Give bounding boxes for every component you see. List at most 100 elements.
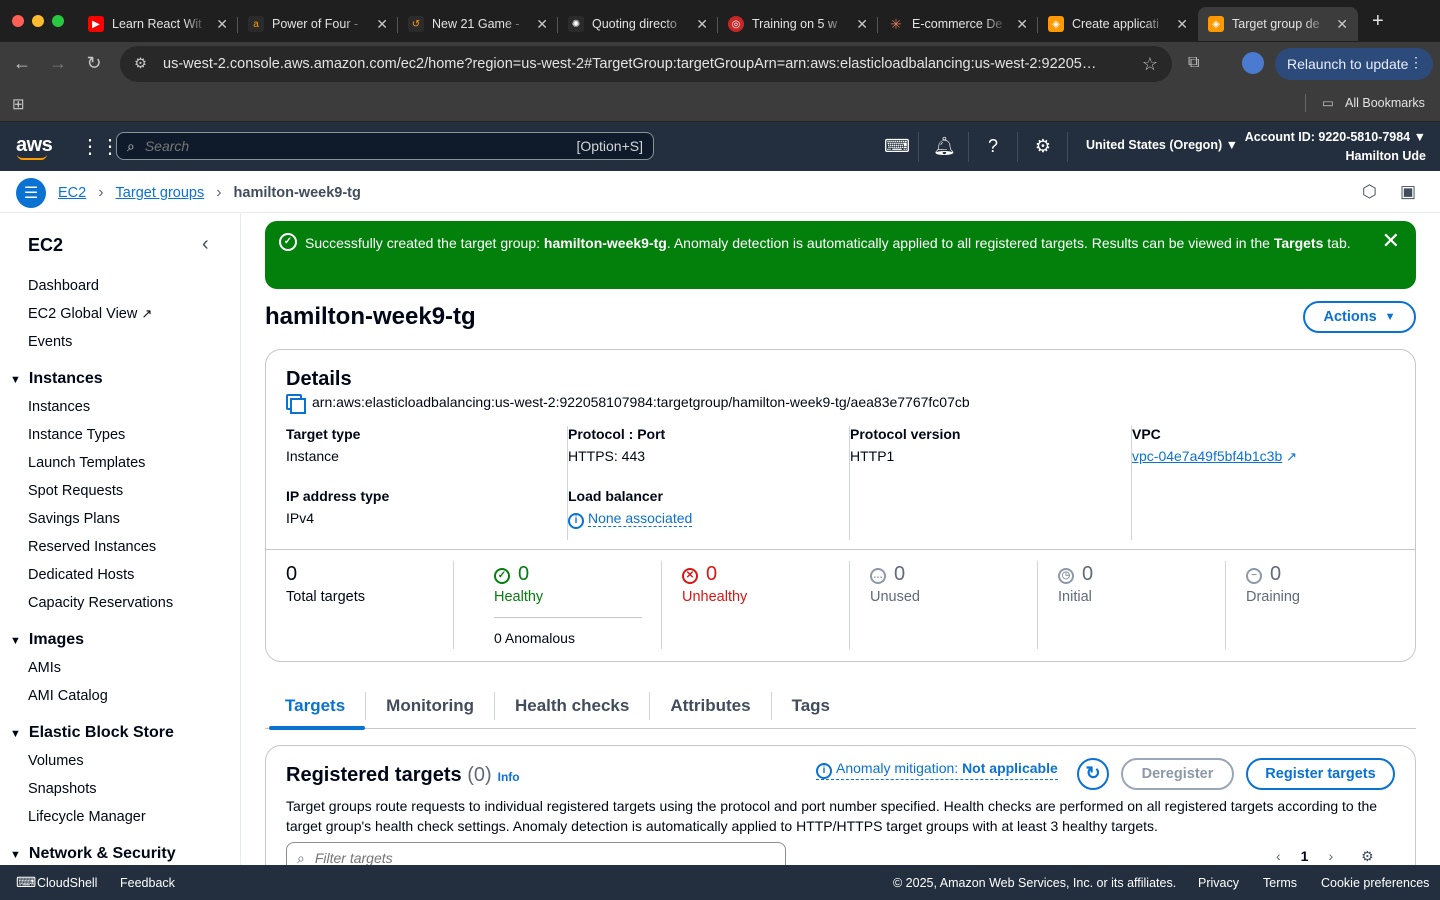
profile-avatar[interactable]: [1242, 52, 1264, 74]
close-tab-icon[interactable]: ✕: [1336, 16, 1348, 33]
collapse-sidebar-icon[interactable]: ‹: [202, 233, 209, 256]
vpc-value[interactable]: vpc-04e7a49f5bf4b1c3b ↗: [1132, 448, 1297, 465]
details-heading: Details: [286, 368, 352, 390]
cookie-preferences-link[interactable]: Cookie preferences: [1321, 876, 1429, 890]
cloudshell-icon[interactable]: ⌨: [16, 874, 36, 891]
tab-health-checks[interactable]: Health checks: [495, 691, 651, 720]
register-targets-button[interactable]: Register targets: [1246, 758, 1395, 790]
close-tab-icon[interactable]: ✕: [1016, 16, 1028, 33]
refresh-icon[interactable]: ↻: [1077, 758, 1109, 790]
close-tab-icon[interactable]: ✕: [856, 16, 868, 33]
sidebar-item-global-view[interactable]: EC2 Global View ↗: [28, 306, 152, 322]
site-settings-icon[interactable]: ⚙: [134, 56, 147, 72]
notifications-bell-icon[interactable]: 🔔︎: [933, 136, 956, 157]
sidebar-item-amis[interactable]: AMIs: [28, 660, 61, 676]
actions-button[interactable]: Actions ▼: [1303, 301, 1416, 333]
tab-attributes[interactable]: Attributes: [650, 691, 772, 720]
filter-targets-input[interactable]: [314, 850, 775, 865]
reload-icon[interactable]: ↻: [76, 53, 112, 74]
page-number[interactable]: 1: [1301, 848, 1309, 865]
tab-targets[interactable]: Targets: [265, 691, 367, 730]
sidebar-item-savings-plans[interactable]: Savings Plans: [28, 511, 120, 527]
chevron-right-icon[interactable]: ›: [1328, 848, 1333, 865]
sidebar-item-volumes[interactable]: Volumes: [28, 753, 84, 769]
browser-tab[interactable]: ↺ New 21 Game - ✕: [398, 7, 558, 41]
sidebar-item-lifecycle-manager[interactable]: Lifecycle Manager: [28, 809, 146, 825]
tab-title: Create applicati: [1072, 17, 1159, 31]
close-window-button[interactable]: [12, 15, 24, 27]
browser-tab[interactable]: ◈ Create applicati ✕: [1038, 7, 1198, 41]
cloudshell-link[interactable]: CloudShell: [37, 876, 97, 890]
sidebar-item-capacity-reservations[interactable]: Capacity Reservations: [28, 595, 173, 611]
display-settings-icon[interactable]: ▣: [1400, 182, 1416, 202]
settings-gear-icon[interactable]: ⚙: [1033, 136, 1053, 157]
tab-monitoring[interactable]: Monitoring: [366, 691, 495, 720]
stat-label: Unused: [870, 589, 920, 605]
maximize-window-button[interactable]: [52, 15, 64, 27]
copy-icon[interactable]: [286, 394, 306, 414]
sidebar-item-reserved-instances[interactable]: Reserved Instances: [28, 539, 156, 555]
sidebar-section-network-security[interactable]: ▼ Network & Security: [10, 845, 176, 863]
terms-link[interactable]: Terms: [1263, 876, 1297, 890]
info-link[interactable]: Info: [498, 770, 520, 784]
cast-icon[interactable]: ⧉: [1188, 54, 1199, 72]
relaunch-button[interactable]: Relaunch to update ⋮: [1275, 48, 1433, 80]
sidebar-item-instance-types[interactable]: Instance Types: [28, 427, 125, 443]
help-icon[interactable]: ?: [983, 136, 1003, 157]
vpc-link[interactable]: vpc-04e7a49f5bf4b1c3b: [1132, 448, 1282, 464]
tab-tags[interactable]: Tags: [772, 692, 850, 720]
close-tab-icon[interactable]: ✕: [376, 16, 388, 33]
sidebar-item-snapshots[interactable]: Snapshots: [28, 781, 97, 797]
sidebar-section-instances[interactable]: ▼ Instances: [10, 370, 103, 388]
minimize-window-button[interactable]: [32, 15, 44, 27]
account-menu[interactable]: Account ID: 9220-5810-7984 ▼ Hamilton Ud…: [1245, 128, 1426, 166]
filter-targets-field[interactable]: ⌕: [286, 842, 786, 865]
sidebar-section-ebs[interactable]: ▼ Elastic Block Store: [10, 724, 174, 742]
search-input[interactable]: [144, 138, 577, 154]
all-bookmarks-link[interactable]: All Bookmarks: [1345, 96, 1425, 110]
browser-tab-active[interactable]: ◈ Target group de ✕: [1198, 7, 1358, 41]
url-bar[interactable]: ⚙ us-west-2.console.aws.amazon.com/ec2/h…: [120, 46, 1172, 82]
close-icon[interactable]: ✕: [1382, 230, 1400, 252]
sidebar-item-instances[interactable]: Instances: [28, 399, 90, 415]
apps-grid-icon[interactable]: ⊞: [12, 95, 25, 113]
feedback-link[interactable]: Feedback: [120, 876, 175, 890]
load-balancer-value[interactable]: i None associated: [568, 510, 693, 529]
cloudshell-icon[interactable]: ⌨: [884, 136, 910, 157]
sidebar-item-events[interactable]: Events: [28, 334, 72, 350]
browser-tab[interactable]: ◎ Training on 5 w ✕: [718, 7, 878, 41]
region-selector[interactable]: United States (Oregon) ▼: [1086, 138, 1238, 152]
deregister-button[interactable]: Deregister: [1121, 758, 1234, 790]
sidebar-item-ami-catalog[interactable]: AMI Catalog: [28, 688, 108, 704]
bookmark-star-icon[interactable]: ☆: [1142, 54, 1158, 75]
sidebar-section-images[interactable]: ▼ Images: [10, 631, 84, 649]
close-tab-icon[interactable]: ✕: [696, 16, 708, 33]
sidebar-item-launch-templates[interactable]: Launch Templates: [28, 455, 145, 471]
breadcrumb-ec2[interactable]: EC2: [58, 185, 86, 201]
close-tab-icon[interactable]: ✕: [536, 16, 548, 33]
breadcrumb-target-groups[interactable]: Target groups: [116, 185, 205, 201]
sidebar-item-spot-requests[interactable]: Spot Requests: [28, 483, 123, 499]
browser-tab[interactable]: ▶ Learn React Wit ✕: [78, 7, 238, 41]
close-tab-icon[interactable]: ✕: [1176, 16, 1188, 33]
sidebar-item-dashboard[interactable]: Dashboard: [28, 278, 99, 294]
menu-dots-icon[interactable]: ⋮: [1409, 54, 1423, 71]
anomaly-mitigation-link[interactable]: i Anomaly mitigation: Not applicable: [816, 760, 1058, 780]
check-circle-icon: ✓: [494, 568, 510, 584]
browser-tab[interactable]: ✳ E-commerce De ✕: [878, 7, 1038, 41]
sidebar-item-dedicated-hosts[interactable]: Dedicated Hosts: [28, 567, 134, 583]
back-icon[interactable]: ←: [4, 53, 40, 74]
browser-tab[interactable]: a Power of Four - ✕: [238, 7, 398, 41]
chevron-left-icon[interactable]: ‹: [1276, 848, 1281, 865]
privacy-link[interactable]: Privacy: [1198, 876, 1239, 890]
hamburger-menu-icon[interactable]: ☰: [16, 178, 46, 208]
url-text[interactable]: us-west-2.console.aws.amazon.com/ec2/hom…: [163, 56, 1142, 72]
forward-icon[interactable]: →: [40, 53, 76, 74]
close-tab-icon[interactable]: ✕: [216, 16, 228, 33]
browser-tab[interactable]: ✺ Quoting directo ✕: [558, 7, 718, 41]
aws-search-bar[interactable]: ⌕ [Option+S]: [116, 132, 654, 160]
load-balancer-link[interactable]: None associated: [588, 510, 693, 527]
hexagon-icon[interactable]: ⬡: [1362, 182, 1377, 202]
new-tab-icon[interactable]: +: [1372, 10, 1384, 33]
preferences-gear-icon[interactable]: ⚙: [1361, 848, 1374, 865]
